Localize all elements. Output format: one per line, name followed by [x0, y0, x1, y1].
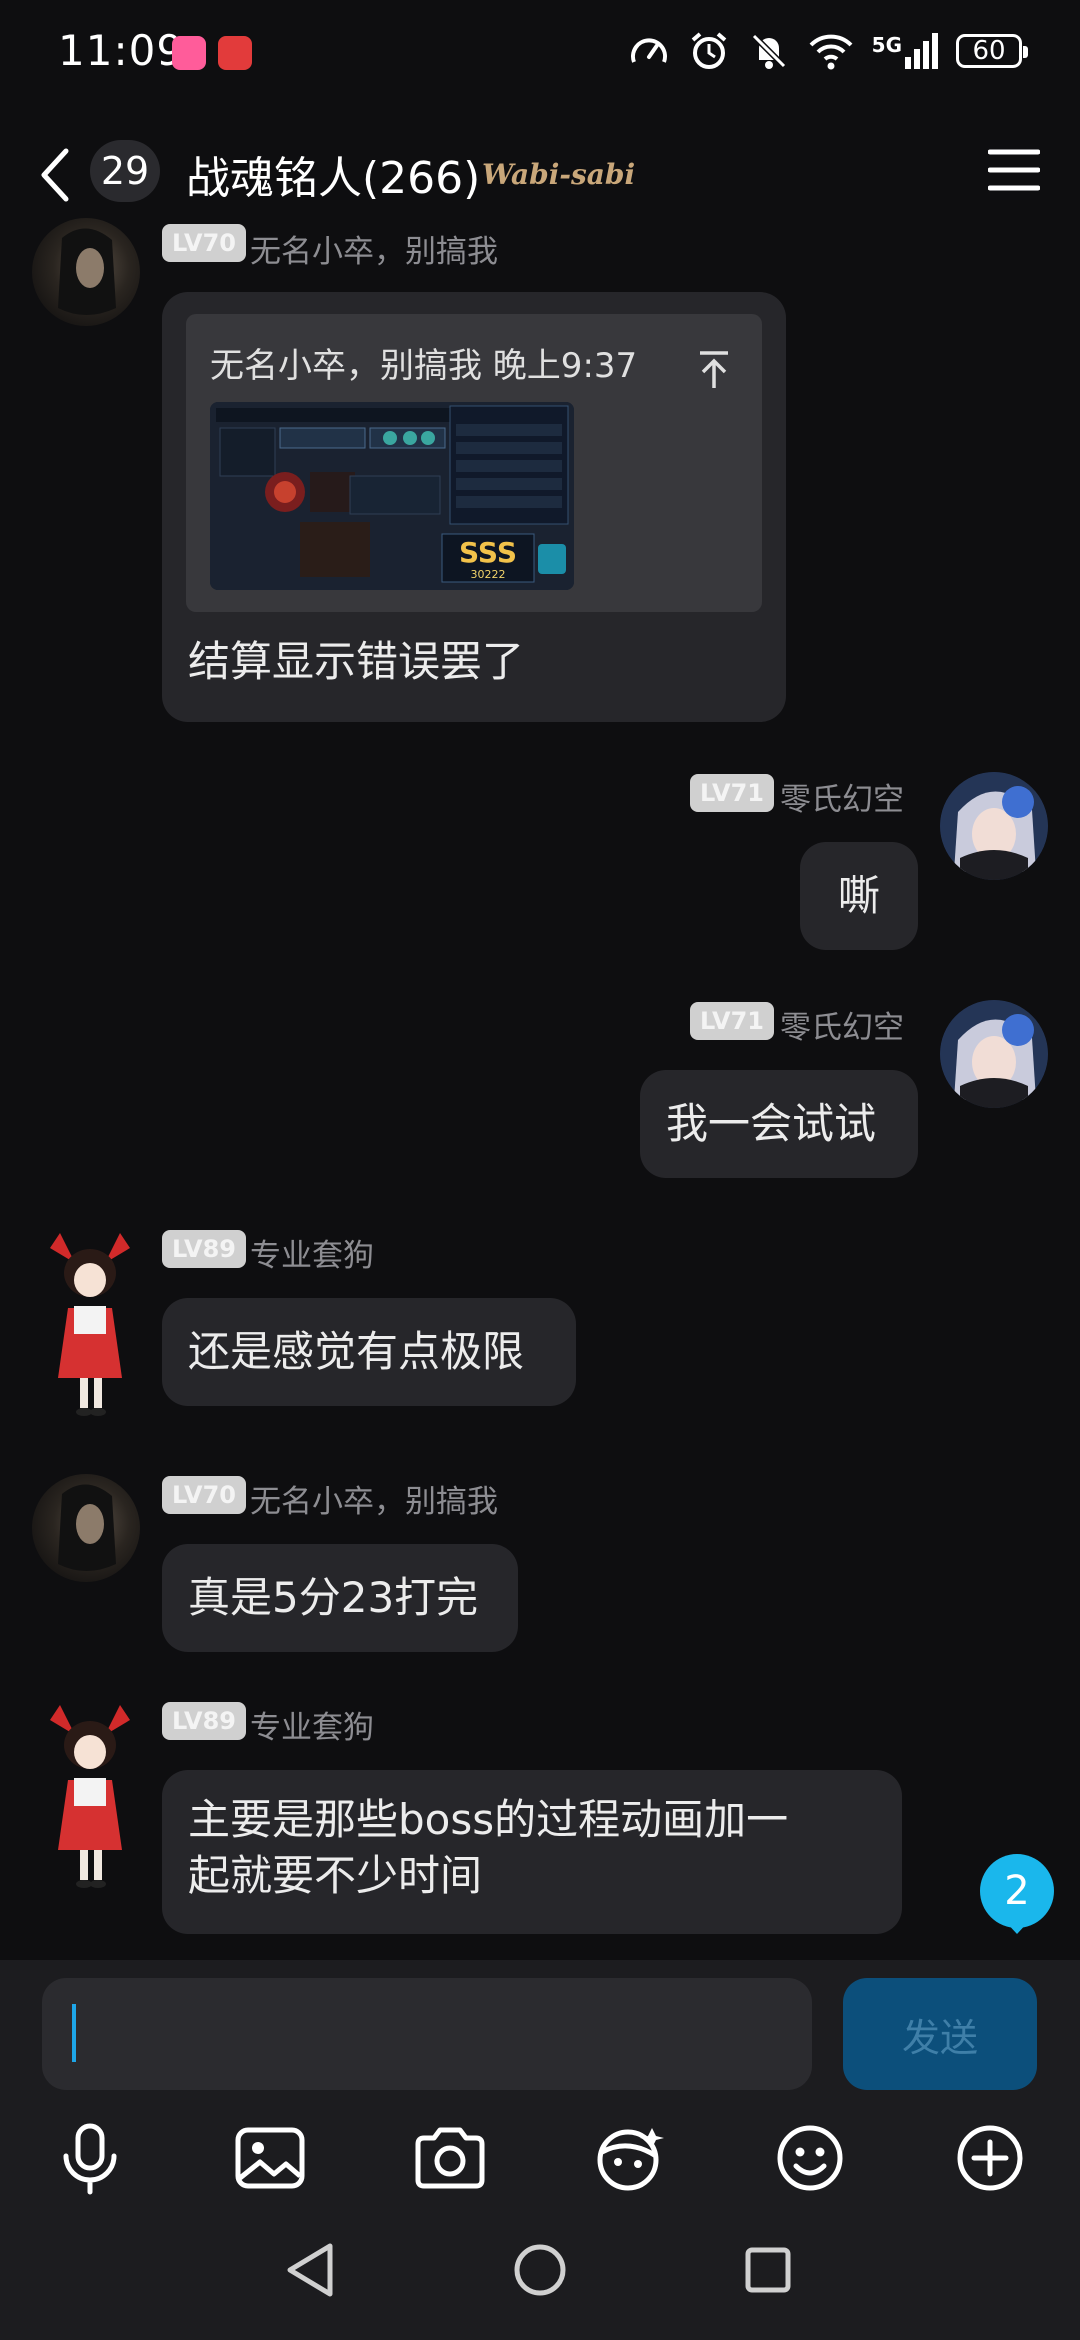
avatar[interactable] — [940, 1000, 1048, 1108]
plus-icon[interactable] — [950, 2118, 1030, 2198]
alarm-icon — [691, 32, 726, 69]
unread-count-badge[interactable]: 29 — [90, 140, 160, 202]
avatar[interactable] — [40, 1228, 140, 1418]
message-text: 我一会试试 — [666, 1099, 877, 1148]
new-messages-badge[interactable]: 2 — [980, 1854, 1054, 1928]
cellular-signal-icon: 5G — [872, 33, 938, 69]
score-text: 30222 — [471, 568, 506, 581]
level-badge: LV89 — [162, 1702, 246, 1740]
message-bubble[interactable]: 真是5分23打完 — [162, 1544, 518, 1652]
message-bubble[interactable]: 我一会试试 — [640, 1070, 918, 1178]
nav-recents-icon[interactable] — [740, 2240, 796, 2300]
level-badge: LV71 — [690, 1002, 774, 1040]
sender-name[interactable]: 专业套狗 — [250, 1230, 374, 1275]
sender-name[interactable]: 无名小卒，别搞我 — [250, 226, 498, 271]
network-type: 5G — [871, 33, 902, 57]
badge-pointer — [1004, 1920, 1030, 1934]
message-text-line: 起就要不少时间 — [188, 1851, 483, 1900]
status-icons: 5G 60 — [628, 30, 1028, 72]
level-badge: LV70 — [162, 1476, 246, 1514]
message-bubble[interactable]: 嘶 — [800, 842, 918, 950]
message-text: 还是感觉有点极限 — [188, 1327, 525, 1376]
back-icon[interactable] — [36, 145, 76, 205]
avatar[interactable] — [32, 1474, 140, 1582]
message-text-line: 主要是那些boss的过程动画加一 — [188, 1795, 789, 1844]
level-badge: LV71 — [690, 774, 774, 812]
page-title[interactable]: 战魂铭人(266) — [186, 142, 480, 206]
status-time: 11:09 — [58, 26, 185, 75]
text-caret — [72, 2004, 76, 2062]
speed-icon — [630, 38, 667, 63]
microphone-icon[interactable] — [50, 2118, 130, 2198]
bilibili-app-icon — [172, 36, 206, 70]
message-text: 结算显示错误罢了 — [188, 637, 525, 686]
quoted-message-card[interactable]: 无名小卒，别搞我 晚上9:37 SSS 30222 — [186, 314, 762, 612]
sender-name[interactable]: 零氏幻空 — [780, 774, 904, 819]
message-bubble[interactable]: 主要是那些boss的过程动画加一 起就要不少时间 — [162, 1770, 902, 1934]
image-icon[interactable] — [230, 2118, 310, 2198]
nav-home-icon[interactable] — [512, 2240, 568, 2300]
avatar[interactable] — [40, 1700, 140, 1890]
message-bubble[interactable]: 还是感觉有点极限 — [162, 1298, 576, 1406]
huawei-app-icon — [218, 36, 252, 70]
send-button[interactable]: 发送 — [843, 1978, 1037, 2090]
sender-name[interactable]: 无名小卒，别搞我 — [250, 1476, 498, 1521]
avatar[interactable] — [940, 772, 1048, 880]
menu-icon[interactable] — [988, 148, 1040, 192]
sender-name[interactable]: 零氏幻空 — [780, 1002, 904, 1047]
sticker-icon[interactable] — [590, 2118, 670, 2198]
mute-icon — [751, 33, 786, 69]
level-badge: LV70 — [162, 224, 246, 262]
wifi-icon — [809, 34, 853, 70]
sender-name[interactable]: 专业套狗 — [250, 1702, 374, 1747]
nav-back-icon[interactable] — [282, 2240, 338, 2300]
quoted-header: 无名小卒，别搞我 晚上9:37 — [210, 346, 638, 386]
avatar[interactable] — [32, 218, 140, 326]
camera-icon[interactable] — [410, 2118, 490, 2198]
message-input[interactable] — [42, 1978, 812, 2090]
title-decoration: Wabi-sabi — [482, 158, 636, 191]
message-bubble[interactable]: 无名小卒，别搞我 晚上9:37 SSS 30222 结算显示错误罢了 — [162, 292, 786, 722]
game-result-thumbnail[interactable]: SSS 30222 — [210, 402, 574, 590]
message-text: 真是5分23打完 — [188, 1573, 479, 1622]
battery-indicator: 60 — [956, 34, 1028, 68]
level-badge: LV89 — [162, 1230, 246, 1268]
message-text: 嘶 — [838, 871, 881, 920]
grade-text: SSS — [459, 536, 517, 569]
battery-level: 60 — [972, 36, 1006, 66]
emoji-icon[interactable] — [770, 2118, 850, 2198]
jump-to-top-icon[interactable] — [696, 350, 732, 390]
